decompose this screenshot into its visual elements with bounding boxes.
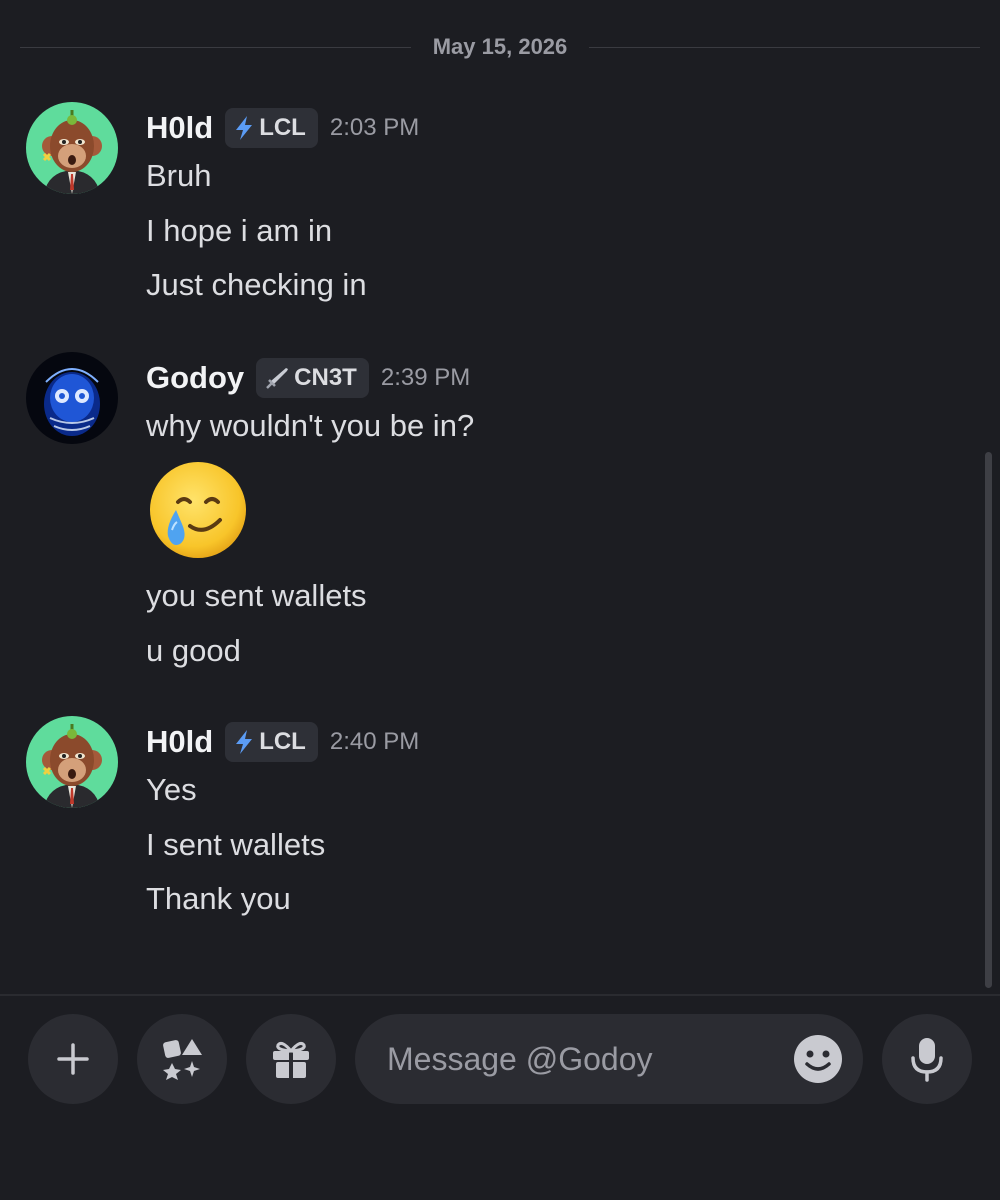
divider-line: [589, 46, 981, 48]
message-composer[interactable]: [355, 1014, 863, 1104]
message-text: I sent wallets: [146, 827, 326, 862]
attach-button[interactable]: [28, 1014, 118, 1104]
timestamp: 2:40 PM: [329, 728, 420, 755]
sword-icon: [264, 365, 290, 391]
plus-icon: [57, 1043, 89, 1075]
date-label: May 15, 2026: [432, 34, 568, 59]
scrollbar[interactable]: [985, 452, 992, 988]
voice-message-button[interactable]: [882, 1014, 972, 1104]
apps-icon: [163, 1039, 202, 1080]
message-text: Yes: [146, 772, 197, 807]
message-header: Godoy CN3T 2:39 PM: [146, 356, 470, 400]
monkey-avatar-icon: [26, 716, 118, 808]
message-text: u good: [146, 633, 241, 668]
timestamp: 2:39 PM: [380, 364, 471, 391]
message-text: why wouldn't you be in?: [146, 408, 475, 443]
glowing-figure-avatar-icon: [26, 352, 118, 444]
monkey-avatar-icon: [26, 102, 118, 194]
message-text: Just checking in: [146, 267, 367, 302]
username[interactable]: Godoy: [146, 360, 244, 396]
smiling-tear-emoji-icon: [146, 458, 250, 562]
message-header: H0ld LCL 2:03 PM: [146, 106, 419, 150]
lightning-icon: [233, 729, 255, 755]
message-text: I hope i am in: [146, 213, 333, 248]
tag-label: CN3T: [294, 364, 357, 391]
message-text: Bruh: [146, 158, 212, 193]
tag-label: LCL: [259, 728, 306, 755]
tag-label: LCL: [259, 114, 306, 141]
username[interactable]: H0ld: [146, 110, 213, 146]
apps-button[interactable]: [137, 1014, 227, 1104]
composer-separator: [0, 994, 1000, 996]
emoji-button[interactable]: [793, 1034, 843, 1084]
message-input[interactable]: [385, 1039, 769, 1079]
avatar-godoy[interactable]: [26, 352, 118, 444]
emoji-icon: [794, 1035, 842, 1083]
server-tag[interactable]: LCL: [225, 722, 318, 762]
message-text: you sent wallets: [146, 578, 367, 613]
server-tag[interactable]: CN3T: [256, 358, 369, 398]
avatar-hold[interactable]: [26, 716, 118, 808]
gift-button[interactable]: [246, 1014, 336, 1104]
avatar-hold[interactable]: [26, 102, 118, 194]
message-header: H0ld LCL 2:40 PM: [146, 720, 419, 764]
server-tag[interactable]: LCL: [225, 108, 318, 148]
date-divider: May 15, 2026: [20, 30, 981, 64]
microphone-icon: [911, 1038, 943, 1082]
username[interactable]: H0ld: [146, 724, 213, 760]
gift-icon: [273, 1042, 309, 1078]
lightning-icon: [233, 115, 255, 141]
message-text: Thank you: [146, 881, 291, 916]
divider-line: [20, 46, 411, 48]
timestamp: 2:03 PM: [329, 114, 420, 141]
